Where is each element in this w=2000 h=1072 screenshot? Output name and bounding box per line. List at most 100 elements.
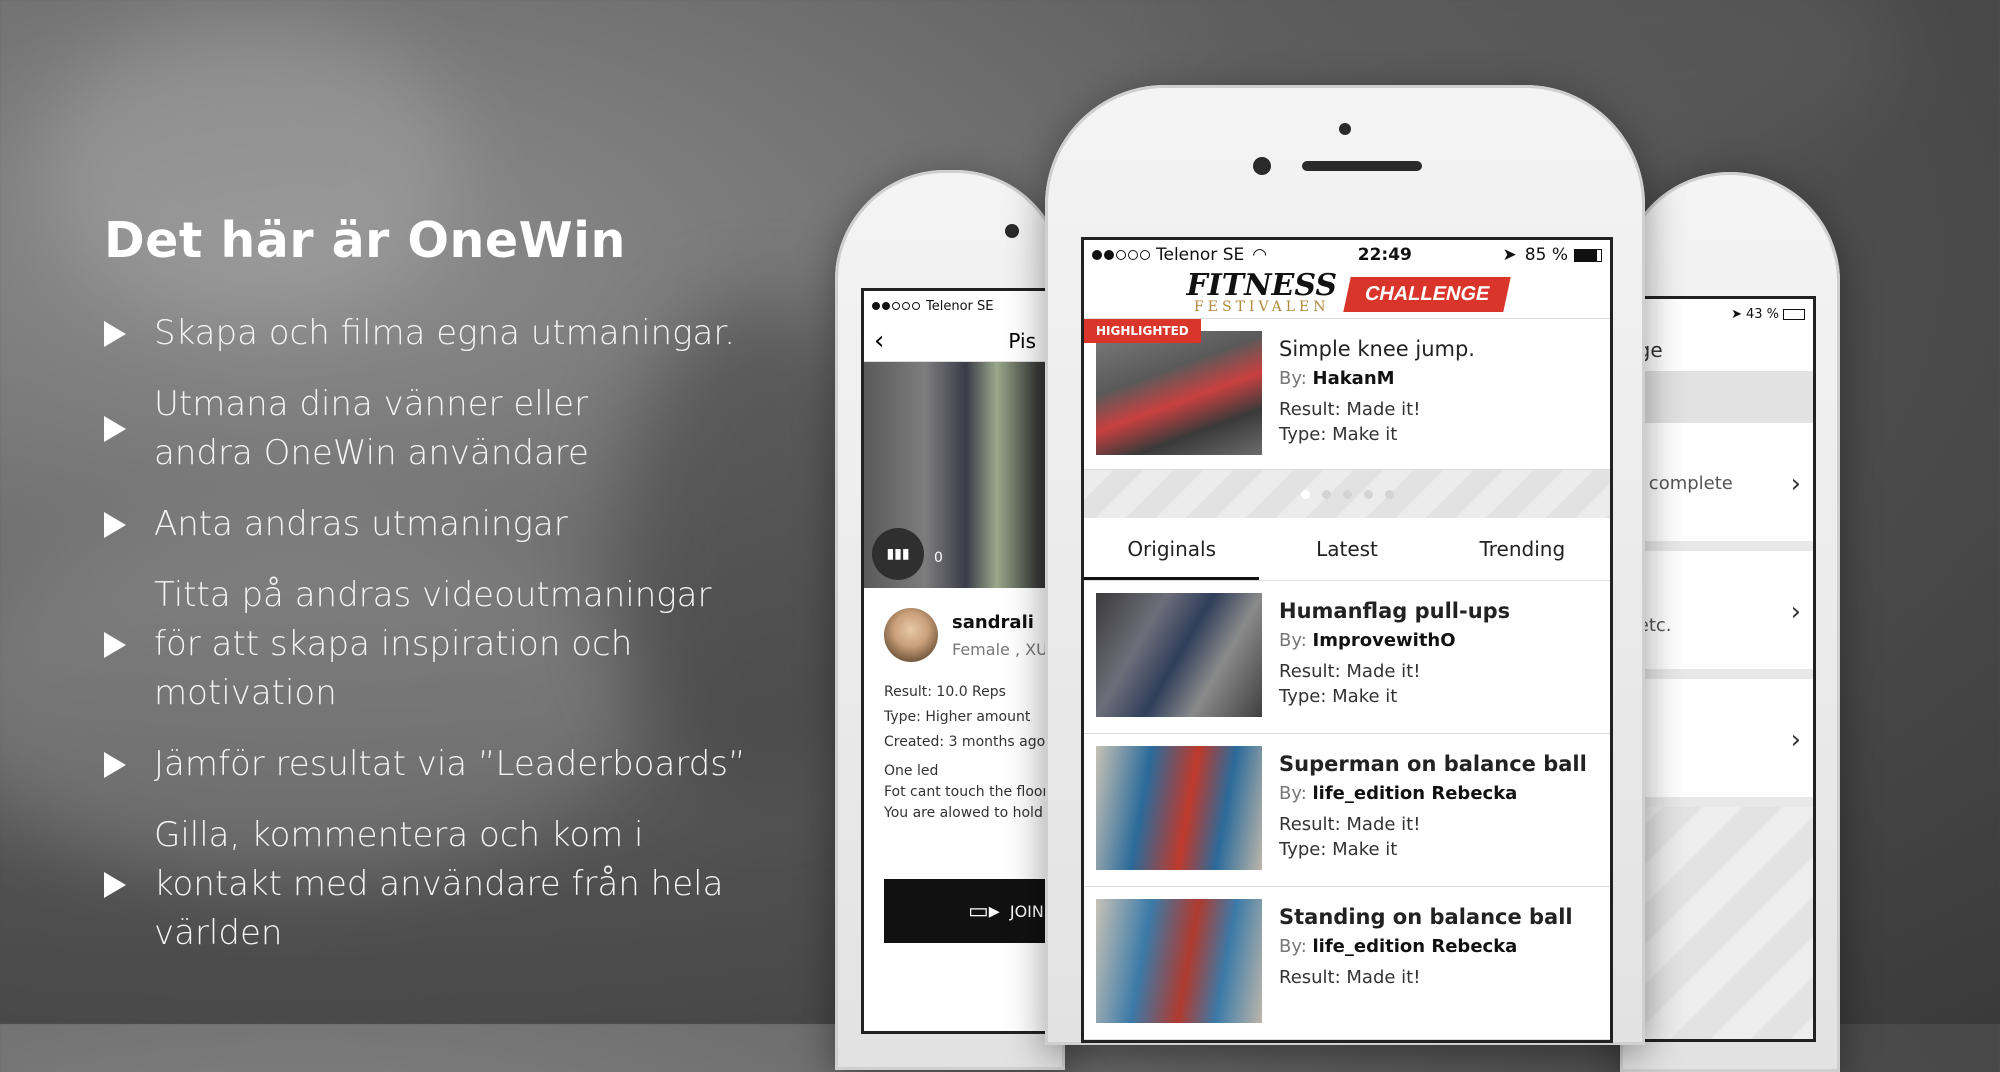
avatar[interactable] [884,608,938,662]
center-phone-screen: Telenor SE ◠ 22:49 ➤ 85 % FITNESS FESTIV… [1081,237,1613,1043]
video-camera-icon: ▭▸ [968,898,1000,924]
clock: 22:49 [1357,245,1412,265]
pager-dot[interactable] [1321,489,1331,499]
chevron-right-icon: › [1790,597,1801,627]
author-link[interactable]: HakanM [1313,368,1395,389]
chevron-right-icon: › [1790,725,1801,755]
pager-dot[interactable] [1300,489,1310,499]
card-info: Superman on balance ball By: life_editio… [1279,752,1587,862]
bullet-3: Anta andras utmaningar [104,500,784,549]
nav-title: nge [1623,329,1813,371]
highlighted-badge: HIGHLIGHTED [1084,319,1201,343]
rep-counter-icon[interactable]: ▮▮▮ [872,528,924,580]
app-logo: FITNESS FESTIVALEN CHALLENGE [1084,270,1610,319]
desc-line: One led [884,763,939,779]
bullet-triangle-icon [104,511,126,538]
signal-icon [872,299,922,314]
result-text: Result: Made it! [1279,399,1421,420]
result-text: Result: Made it! [1279,967,1421,988]
challenge-details: Result: 10.0 Reps Type: Higher amount Cr… [864,680,1068,824]
status-bar: Telenor SE [864,291,1068,321]
by-label: By: [1279,783,1307,804]
join-button[interactable]: ▭▸ JOIN [884,879,1068,943]
pager-dot[interactable] [1384,489,1394,499]
desc-line: Fot cant touch the floor [884,784,1049,800]
author-link[interactable]: life_edition Rebecka [1313,936,1518,957]
by-label: By: [1279,368,1307,389]
left-phone: Telenor SE ‹ Pis ▮▮▮ 0 sandrali Female ,… [835,170,1071,1070]
video-thumbnail[interactable] [1096,331,1262,455]
battery-percent: 43 % [1745,306,1779,322]
join-label: JOIN [1009,901,1044,921]
tab-bar: Originals Latest Trending [1084,518,1610,581]
bullet-text: Jämför resultat via ”Leaderboards” [154,744,746,784]
list-item[interactable]: to complete › [1623,423,1813,551]
bullet-text: Skapa och filma egna utmaningar. [154,313,736,353]
center-phone: Telenor SE ◠ 22:49 ➤ 85 % FITNESS FESTIV… [1045,85,1645,1045]
battery-icon [1783,308,1805,320]
card-info: Standing on balance ball By: life_editio… [1279,905,1573,990]
desc-line: You are alowed to hold [884,805,1043,821]
bullet-5: Jämför resultat via ”Leaderboards” [104,740,784,789]
card-info: Simple knee jump. By: HakanM Result: Mad… [1279,337,1475,447]
video-thumbnail[interactable] [1096,593,1262,717]
signal-icon [1092,245,1152,265]
bullet-triangle-icon [104,416,126,442]
right-phone-screen: ➤ 43 % nge to complete› t. t etc.› t.› [1620,296,1816,1042]
list-item[interactable]: Standing on balance ball By: life_editio… [1084,887,1610,1040]
rep-count: 0 [934,550,943,566]
result-text: Result: Made it! [1279,814,1421,835]
type-text: Type: Make it [1279,839,1398,860]
author-link[interactable]: life_edition Rebecka [1313,783,1518,804]
bullet-1: Skapa och filma egna utmaningar. [104,309,784,358]
user-row[interactable]: sandrali Female , XUT [864,588,1068,680]
bullet-triangle-icon [104,320,126,347]
card-title: Superman on balance ball [1279,752,1587,776]
battery-icon [1573,248,1602,262]
pager-dot[interactable] [1363,489,1373,499]
chevron-right-icon: › [1790,469,1801,499]
video-thumbnail[interactable] [1096,899,1262,1023]
battery-percent: 85 % [1524,245,1568,265]
pager-dot[interactable] [1342,489,1352,499]
card-title: Simple knee jump. [1279,337,1475,361]
bullet-triangle-icon [104,751,126,778]
highlighted-card[interactable]: HIGHLIGHTED Simple knee jump. By: HakanM… [1084,319,1610,470]
location-arrow-icon: ➤ [1731,306,1742,322]
tab-trending[interactable]: Trending [1435,518,1610,580]
by-label: By: [1279,936,1307,957]
created-text: Created: 3 months ago [884,734,1046,750]
logo-festivalen: FESTIVALEN [1194,299,1330,315]
card-title: Humanflag pull-ups [1279,599,1511,623]
carousel-pager[interactable] [1084,470,1610,518]
author-link[interactable]: ImprovewithO [1313,630,1456,651]
right-phone: ➤ 43 % nge to complete› t. t etc.› t.› [1620,172,1840,1072]
bullet-text: Anta andras utmaningar [154,504,568,544]
result-text: Result: 10.0 Reps [884,684,1006,700]
marketing-panel: Det här är OneWin Skapa och filma egna u… [104,212,784,980]
user-meta: Female , XUT [952,640,1058,659]
video-thumbnail[interactable] [1096,746,1262,870]
carrier: Telenor SE [926,298,994,314]
back-chevron-icon[interactable]: ‹ [874,326,884,356]
username[interactable]: sandrali [952,612,1034,633]
nav-bar: ‹ Pis [864,321,1068,362]
list-item[interactable]: Humanflag pull-ups By: ImprovewithO Resu… [1084,581,1610,734]
card-info: Humanflag pull-ups By: ImprovewithO Resu… [1279,599,1510,709]
video-player[interactable]: ▮▮▮ 0 [864,362,1068,588]
wifi-icon: ◠ [1252,245,1268,265]
list-item[interactable]: t. t etc.› [1623,551,1813,679]
tab-latest[interactable]: Latest [1259,518,1434,580]
by-label: By: [1279,630,1307,651]
bullet-text: Gilla, kommentera och kom i kontakt med … [154,815,724,953]
card-title: Standing on balance ball [1279,905,1573,929]
status-bar: ➤ 43 % [1623,299,1813,329]
type-text: Type: Higher amount [884,709,1031,725]
bullet-triangle-icon [104,631,126,658]
type-text: Type: Make it [1279,686,1398,707]
list-item[interactable]: t.› [1623,679,1813,807]
camera-icon [1005,224,1019,238]
list-item[interactable]: Superman on balance ball By: life_editio… [1084,734,1610,887]
bullet-text: Utmana dina vänner eller andra OneWin an… [154,384,589,473]
tab-originals[interactable]: Originals [1084,518,1260,580]
